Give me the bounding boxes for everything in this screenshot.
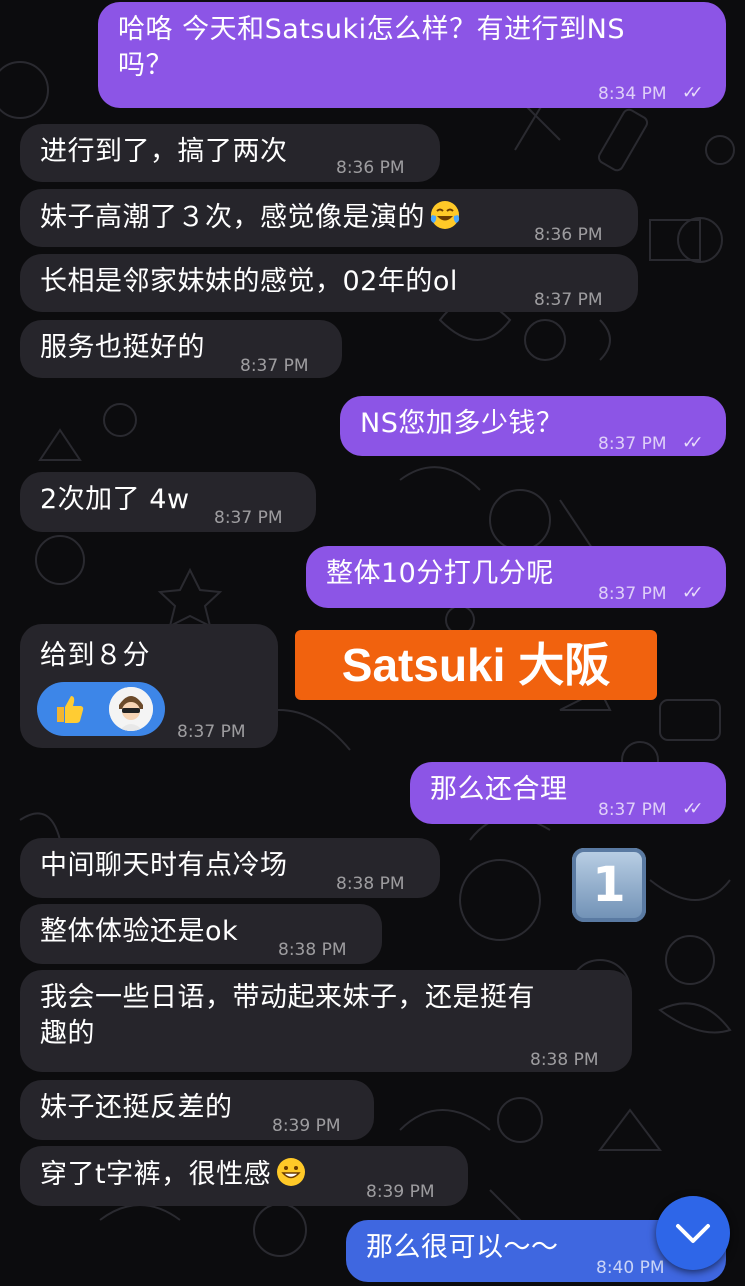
message-bubble-outgoing[interactable]: 哈咯 今天和Satsuki怎么样？有进行到NS 吗？ 8:34 PM ✓✓ [98, 2, 726, 108]
message-time: 8:38 PM [278, 940, 347, 960]
message-bubble-outgoing[interactable]: 那么还合理 8:37 PM ✓✓ [410, 762, 726, 824]
message-time: 8:37 PM [598, 800, 667, 820]
face-with-tears-of-joy-icon [430, 201, 460, 229]
message-text: 哈咯 今天和Satsuki怎么样？有进行到NS [118, 14, 626, 45]
message-bubble-outgoing[interactable]: NS您加多少钱？ 8:37 PM ✓✓ [340, 396, 726, 456]
read-receipt-icon: ✓✓ [682, 583, 703, 603]
avatar [109, 687, 153, 731]
reaction-pill[interactable] [37, 682, 165, 736]
grinning-face-icon [277, 1158, 306, 1186]
message-text: 妹子高潮了３次，感觉像是演的 [40, 199, 620, 236]
message-time: 8:34 PM [598, 84, 667, 104]
message-text: 长相是邻家妹妹的感觉，02年的ol [40, 266, 458, 297]
message-time: 8:36 PM [534, 225, 603, 245]
message-time: 8:37 PM [598, 584, 667, 604]
message-time: 8:39 PM [272, 1116, 341, 1136]
scroll-to-bottom-button[interactable] [656, 1196, 730, 1270]
read-receipt-icon: ✓✓ [682, 799, 703, 819]
chevron-down-icon [676, 1224, 710, 1243]
store-name-label: Satsuki 大阪 [295, 630, 657, 700]
message-bubble-incoming[interactable]: 妹子高潮了３次，感觉像是演的 8:36 PM [20, 189, 638, 247]
message-time: 8:40 PM [596, 1258, 665, 1278]
read-receipt-icon: ✓✓ [682, 83, 703, 103]
message-time: 8:39 PM [366, 1182, 435, 1202]
message-time: 8:37 PM [177, 722, 246, 742]
message-bubble-incoming[interactable]: 长相是邻家妹妹的感觉，02年的ol 8:37 PM [20, 254, 638, 312]
message-bubble-incoming[interactable]: 穿了t字裤，很性感 8:39 PM [20, 1146, 468, 1206]
message-text: 我会一些日语，带动起来妹子，还是挺有 [40, 982, 535, 1013]
message-bubble-incoming[interactable]: 进行到了，搞了两次 8:36 PM [20, 124, 440, 182]
message-bubble-incoming[interactable]: 中间聊天时有点冷场 8:38 PM [20, 838, 440, 898]
message-bubble-incoming[interactable]: 整体体验还是ok 8:38 PM [20, 904, 382, 964]
message-bubble-incoming[interactable]: 服务也挺好的 8:37 PM [20, 320, 342, 378]
number-one-badge-icon: 1 [572, 848, 646, 922]
message-bubble-outgoing[interactable]: 整体10分打几分呢 8:37 PM ✓✓ [306, 546, 726, 608]
read-receipt-icon: ✓✓ [682, 433, 703, 453]
message-bubble-incoming[interactable]: 2次加了 4w 8:37 PM [20, 472, 316, 532]
message-time: 8:37 PM [214, 508, 283, 528]
message-time: 8:38 PM [336, 874, 405, 894]
message-bubble-incoming[interactable]: 我会一些日语，带动起来妹子，还是挺有 趣的 8:38 PM [20, 970, 632, 1072]
message-time: 8:37 PM [534, 290, 603, 310]
message-text: 趣的 [40, 1018, 95, 1049]
message-time: 8:38 PM [530, 1050, 599, 1070]
message-text: 给到８分 [40, 640, 150, 671]
message-bubble-incoming[interactable]: 妹子还挺反差的 8:39 PM [20, 1080, 374, 1140]
message-time: 8:37 PM [240, 356, 309, 376]
message-time: 8:37 PM [598, 434, 667, 454]
message-time: 8:36 PM [336, 158, 405, 178]
thumbs-up-icon [53, 692, 87, 726]
